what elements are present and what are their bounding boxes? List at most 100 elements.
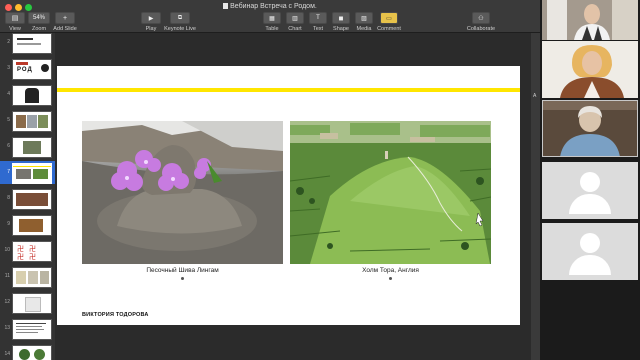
slide-thumbnail-5[interactable]: 5: [0, 109, 55, 132]
author-name[interactable]: ВИКТОРИЯ ТОДОРОВА: [82, 312, 149, 318]
slide-preview: [12, 293, 52, 314]
slide-thumbnail-14[interactable]: 14: [0, 343, 55, 360]
shape-label: Shape: [333, 26, 349, 32]
text-button[interactable]: T Text: [308, 12, 328, 32]
avatar-placeholder-icon: [580, 172, 600, 192]
slide-thumbnail-11[interactable]: 11: [0, 265, 55, 288]
keynote-live-button[interactable]: ⧉ Keynote Live: [164, 12, 196, 32]
right-photo-caption[interactable]: Холм Тора, Англия: [290, 267, 491, 274]
left-photo-caption[interactable]: Песочный Шива Лингам: [82, 267, 283, 274]
slide-preview: РОД: [12, 59, 52, 80]
view-label: View: [9, 26, 21, 32]
media-label: Media: [356, 26, 372, 32]
keynote-toolbar: Вебинар Встреча с Родом. ▤ View 54% Zoom…: [0, 0, 540, 33]
participant-video-4[interactable]: [542, 162, 638, 219]
slide-number: 8: [7, 195, 10, 201]
slide-navigator[interactable]: 2 3 РОД 4 5 6 7 8 9 10 卍 卍 卍 卍 11 12 13 …: [0, 33, 55, 360]
right-caption-bullet: [389, 277, 392, 280]
slide-preview: [12, 345, 52, 360]
keynote-live-icon: ⧉: [170, 12, 190, 24]
play-icon: ▶: [141, 12, 161, 24]
chart-button[interactable]: ▥ Chart: [285, 12, 305, 32]
comment-button[interactable]: ▭ Comment: [377, 12, 401, 32]
comment-icon: ▭: [380, 12, 398, 24]
active-speaker-border: [542, 100, 638, 157]
participant-video-5[interactable]: [542, 223, 638, 280]
inspector-panel[interactable]: A: [531, 33, 540, 360]
shape-icon: ◼: [332, 12, 350, 24]
slide-canvas[interactable]: Песочный Шива Лингам Холм Тора, Англия В…: [55, 33, 531, 360]
slide-preview: [12, 189, 52, 210]
participant-video-3[interactable]: [542, 100, 638, 157]
add-slide-button[interactable]: + Add Slide: [52, 12, 78, 32]
view-icon: ▤: [5, 12, 25, 24]
slide-preview: [12, 267, 52, 288]
plus-icon: +: [55, 12, 75, 24]
participant-video-1[interactable]: [542, 0, 638, 40]
collaborate-label: Collaborate: [466, 26, 496, 32]
slide-number: 9: [7, 221, 10, 227]
inspector-text-tab[interactable]: A: [533, 93, 540, 99]
slide-preview: [12, 319, 52, 340]
slide-number: 7: [7, 169, 10, 175]
slide-thumbnail-7[interactable]: 7: [0, 161, 55, 184]
slide-thumbnail-6[interactable]: 6: [0, 135, 55, 158]
keynote-document-icon: [223, 3, 229, 9]
participant-video-2[interactable]: [542, 41, 638, 98]
slide-thumbnail-4[interactable]: 4: [0, 83, 55, 106]
slide-number: 12: [4, 299, 10, 305]
slide-number: 3: [7, 65, 10, 71]
view-button[interactable]: ▤ View: [4, 12, 26, 32]
glastonbury-tor-illustration: [290, 121, 491, 264]
slide-preview: 卍 卍 卍 卍: [12, 241, 52, 262]
slide-thumbnail-13[interactable]: 13: [0, 317, 55, 340]
media-button[interactable]: ▨ Media: [354, 12, 374, 32]
keynote-live-label: Keynote Live: [164, 26, 196, 32]
slide-thumbnail-2[interactable]: 2: [0, 33, 55, 54]
collaborate-icon: ⚇: [472, 12, 490, 24]
video-call-gallery: [540, 0, 640, 360]
slide-number: 4: [7, 91, 10, 97]
table-button[interactable]: ▦ Table: [262, 12, 282, 32]
avatar-body-icon: [569, 255, 611, 275]
slide-thumbnail-12[interactable]: 12: [0, 291, 55, 314]
avatar-placeholder-icon: [580, 233, 600, 253]
slide-preview: [12, 163, 52, 184]
yellow-accent-line[interactable]: [57, 88, 520, 92]
sand-lingam-illustration: [82, 121, 283, 264]
participant-1-feed: [542, 0, 638, 40]
comment-label: Comment: [377, 26, 401, 32]
zoom-select[interactable]: 54% Zoom: [28, 12, 50, 32]
chart-icon: ▥: [286, 12, 304, 24]
slide-thumbnail-10[interactable]: 10 卍 卍 卍 卍: [0, 239, 55, 262]
text-box-icon: T: [309, 12, 327, 24]
glastonbury-tor-photo[interactable]: [290, 121, 491, 264]
window-title-text: Вебинар Встреча с Родом.: [230, 3, 317, 10]
current-slide[interactable]: Песочный Шива Лингам Холм Тора, Англия В…: [57, 66, 520, 325]
text-label: Text: [312, 26, 324, 32]
slide-number: 6: [7, 143, 10, 149]
play-button[interactable]: ▶ Play: [140, 12, 162, 32]
chart-label: Chart: [288, 26, 302, 32]
zoom-value: 54%: [28, 12, 50, 24]
slide-number: 5: [7, 117, 10, 123]
participant-2-feed: [542, 41, 638, 98]
sand-lingam-photo[interactable]: [82, 121, 283, 264]
avatar-body-icon: [569, 194, 611, 214]
zoom-label: Zoom: [31, 26, 47, 32]
collaborate-button[interactable]: ⚇ Collaborate: [466, 12, 496, 32]
slide-number: 11: [4, 273, 10, 279]
slide-thumbnail-9[interactable]: 9: [0, 213, 55, 236]
slide-number: 2: [7, 39, 10, 45]
slide-preview: [12, 85, 52, 106]
document-title: Вебинар Встреча с Родом.: [0, 3, 540, 10]
media-icon: ▨: [355, 12, 373, 24]
slide-number: 13: [4, 325, 10, 331]
add-slide-label: Add Slide: [53, 26, 77, 32]
slide-thumbnail-3[interactable]: 3 РОД: [0, 57, 55, 80]
slide-thumbnail-8[interactable]: 8: [0, 187, 55, 210]
table-label: Table: [265, 26, 279, 32]
play-label: Play: [145, 26, 157, 32]
slide-preview: [12, 33, 52, 54]
shape-button[interactable]: ◼ Shape: [331, 12, 351, 32]
